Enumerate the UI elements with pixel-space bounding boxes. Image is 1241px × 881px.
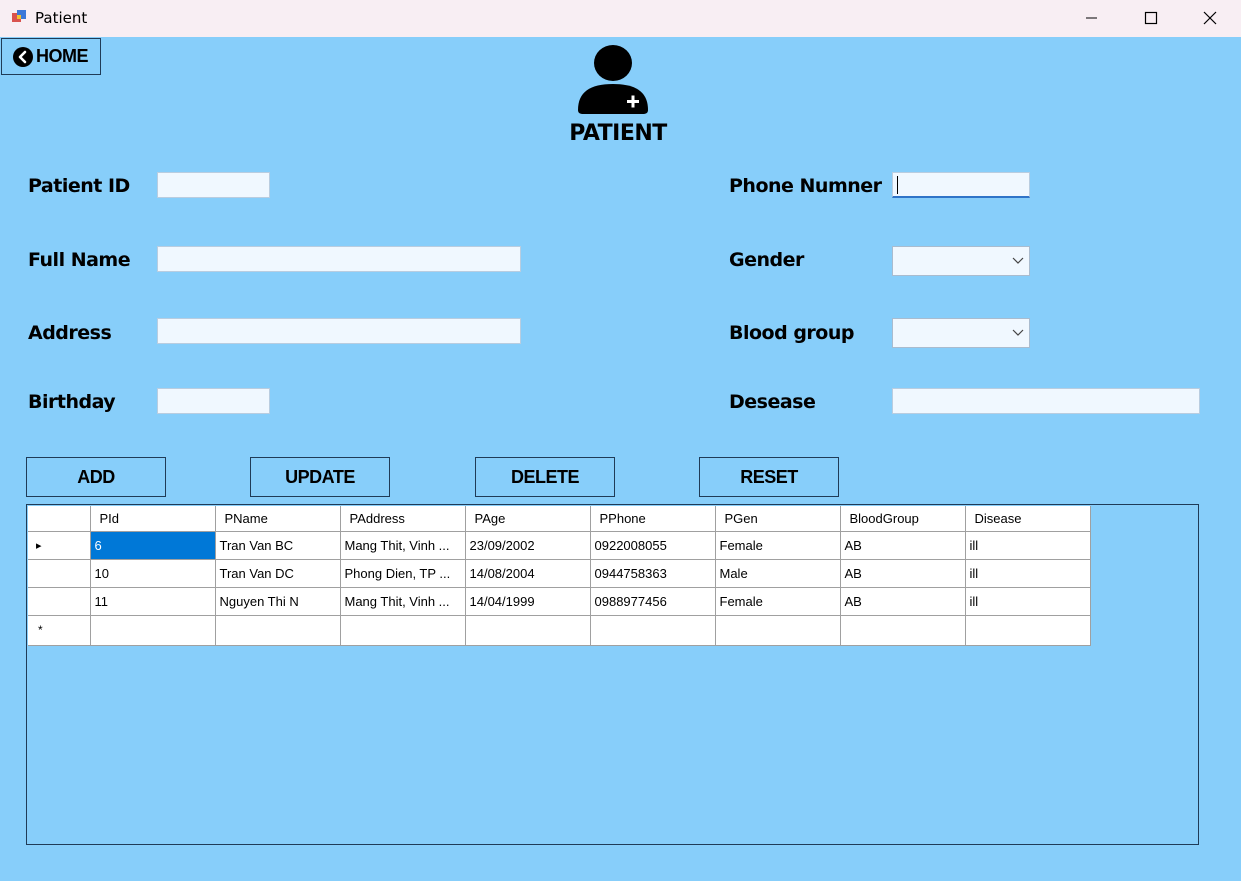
new-row-indicator[interactable]: * xyxy=(28,614,91,646)
maximize-icon xyxy=(1144,11,1158,25)
disease-label: Desease xyxy=(729,391,816,413)
table-cell[interactable]: Nguyen Thi N xyxy=(214,586,341,616)
table-cell[interactable]: 14/04/1999 xyxy=(464,586,591,616)
maximize-button[interactable] xyxy=(1121,0,1179,37)
table-cell[interactable]: ill xyxy=(964,530,1091,560)
minimize-icon xyxy=(1086,17,1097,19)
new-table-row[interactable]: * xyxy=(28,614,1091,646)
table-cell[interactable]: Mang Thit, Vinh ... xyxy=(339,530,466,560)
table-cell[interactable]: 10 xyxy=(89,558,216,588)
home-button-label: HOME xyxy=(36,46,89,66)
column-header[interactable]: Disease xyxy=(964,506,1091,532)
address-label: Address xyxy=(28,322,112,344)
app-icon xyxy=(12,10,26,22)
table-cell[interactable]: Female xyxy=(714,530,841,560)
table-row[interactable]: ▸ 6 Tran Van BC Mang Thit, Vinh ... 23/0… xyxy=(28,530,1091,560)
table-cell[interactable] xyxy=(839,614,966,646)
table-cell[interactable]: 0944758363 xyxy=(589,558,716,588)
table-cell[interactable]: Male xyxy=(714,558,841,588)
table-cell[interactable]: Tran Van DC xyxy=(214,558,341,588)
column-header[interactable]: BloodGroup xyxy=(839,506,966,532)
address-input[interactable] xyxy=(157,318,521,344)
table-cell[interactable]: 11 xyxy=(89,586,216,616)
row-header-corner xyxy=(28,506,91,532)
birthday-label: Birthday xyxy=(28,391,116,413)
title-bar: Patient xyxy=(0,0,1241,37)
table-row[interactable]: 11 Nguyen Thi N Mang Thit, Vinh ... 14/0… xyxy=(28,586,1091,616)
table-cell[interactable] xyxy=(89,614,216,646)
chevron-down-icon[interactable] xyxy=(1007,247,1029,275)
patient-id-label: Patient ID xyxy=(28,175,130,197)
column-header[interactable]: PId xyxy=(89,506,216,532)
window-title: Patient xyxy=(35,9,88,27)
table-cell[interactable]: Mang Thit, Vinh ... xyxy=(339,586,466,616)
minimize-button[interactable] xyxy=(1063,0,1121,37)
table-cell[interactable]: AB xyxy=(839,586,966,616)
row-header[interactable] xyxy=(28,558,91,588)
patient-table: PId PName PAddress PAge PPhone PGen Bloo… xyxy=(28,506,1091,646)
gender-label: Gender xyxy=(729,249,804,271)
full-name-label: Full Name xyxy=(28,249,131,271)
column-header[interactable]: PGen xyxy=(714,506,841,532)
phone-input[interactable] xyxy=(892,172,1030,198)
blood-group-select[interactable] xyxy=(892,318,1030,348)
close-button[interactable] xyxy=(1180,0,1238,37)
disease-input[interactable] xyxy=(892,388,1200,414)
patient-id-input[interactable] xyxy=(157,172,270,198)
gender-select[interactable] xyxy=(892,246,1030,276)
blood-group-label: Blood group xyxy=(729,322,854,344)
table-cell[interactable]: Female xyxy=(714,586,841,616)
column-header[interactable]: PPhone xyxy=(589,506,716,532)
chevron-down-icon[interactable] xyxy=(1007,319,1029,347)
table-cell[interactable] xyxy=(464,614,591,646)
table-cell[interactable] xyxy=(339,614,466,646)
table-cell[interactable] xyxy=(589,614,716,646)
column-header[interactable]: PName xyxy=(214,506,341,532)
table-cell[interactable]: ill xyxy=(964,558,1091,588)
add-button[interactable]: ADD xyxy=(26,457,166,497)
table-cell[interactable]: 23/09/2002 xyxy=(464,530,591,560)
home-button[interactable]: HOME xyxy=(1,38,101,75)
update-button[interactable]: UPDATE xyxy=(250,457,390,497)
column-header[interactable]: PAge xyxy=(464,506,591,532)
table-row[interactable]: 10 Tran Van DC Phong Dien, TP ... 14/08/… xyxy=(28,558,1091,588)
delete-button[interactable]: DELETE xyxy=(475,457,615,497)
patient-data-grid[interactable]: PId PName PAddress PAge PPhone PGen Bloo… xyxy=(26,504,1199,845)
table-cell[interactable] xyxy=(964,614,1091,646)
reset-button[interactable]: RESET xyxy=(699,457,839,497)
table-cell[interactable] xyxy=(714,614,841,646)
column-header[interactable]: PAddress xyxy=(339,506,466,532)
full-name-input[interactable] xyxy=(157,246,521,272)
table-cell[interactable]: 14/08/2004 xyxy=(464,558,591,588)
birthday-input[interactable] xyxy=(157,388,270,414)
page-title: PATIENT xyxy=(569,121,667,146)
table-cell[interactable]: AB xyxy=(839,530,966,560)
table-cell[interactable]: AB xyxy=(839,558,966,588)
table-cell[interactable]: 0922008055 xyxy=(589,530,716,560)
client-area: HOME PATIENT Patient ID Full Name Addres… xyxy=(0,37,1241,881)
close-icon xyxy=(1203,11,1217,25)
table-cell[interactable]: ill xyxy=(964,586,1091,616)
back-arrow-icon xyxy=(13,46,33,67)
table-cell[interactable]: 0988977456 xyxy=(589,586,716,616)
phone-label: Phone Numner xyxy=(729,175,882,197)
table-cell[interactable]: Tran Van BC xyxy=(214,530,341,560)
table-cell[interactable]: 6 xyxy=(89,530,216,560)
table-header-row: PId PName PAddress PAge PPhone PGen Bloo… xyxy=(28,506,1091,532)
patient-icon xyxy=(578,45,648,114)
table-cell[interactable] xyxy=(214,614,341,646)
row-header[interactable] xyxy=(28,586,91,616)
table-cell[interactable]: Phong Dien, TP ... xyxy=(339,558,466,588)
text-caret xyxy=(897,176,898,194)
current-row-indicator[interactable]: ▸ xyxy=(28,530,91,560)
